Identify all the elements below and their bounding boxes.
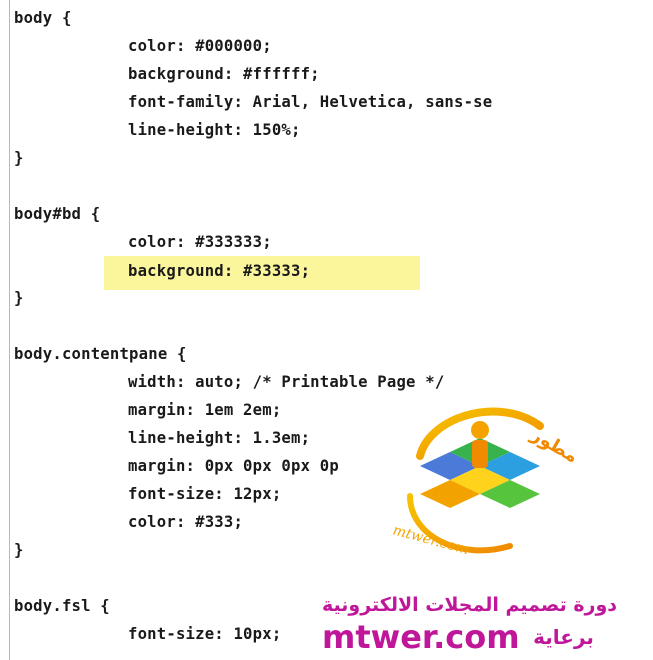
code-line-property[interactable]: color: #000000; <box>128 33 272 59</box>
code-line-property-highlighted[interactable]: background: #33333; <box>128 258 310 284</box>
logo-domain-text: mtwer.com <box>391 522 471 558</box>
code-line-property[interactable]: color: #333333; <box>128 229 272 255</box>
sponsor-domain: mtwer.com <box>322 618 520 656</box>
code-line-brace[interactable]: } <box>14 537 24 563</box>
code-editor[interactable]: body { color: #000000; background: #ffff… <box>0 0 653 660</box>
code-line-property[interactable]: font-size: 12px; <box>128 481 281 507</box>
code-line-selector[interactable]: body.fsl { <box>14 593 110 619</box>
code-line-property[interactable]: line-height: 150%; <box>128 117 301 143</box>
course-title-banner: دورة تصميم المجلات الالكترونية <box>322 594 618 616</box>
sponsor-label: برعاية <box>533 625 594 649</box>
code-line-brace[interactable]: } <box>14 285 24 311</box>
code-line-property[interactable]: margin: 0px 0px 0px 0p <box>128 453 339 479</box>
code-line-selector[interactable]: body.contentpane { <box>14 341 187 367</box>
editor-gutter-line <box>9 0 10 660</box>
code-line-property[interactable]: font-size: 10px; <box>128 621 281 647</box>
watermark-logo: مطور mtwer.com <box>380 386 580 576</box>
logo-arabic-text: مطور <box>527 424 580 468</box>
code-line-selector[interactable]: body#bd { <box>14 201 100 227</box>
code-line-property[interactable]: font-family: Arial, Helvetica, sans-se <box>128 89 492 115</box>
code-line-property[interactable]: margin: 1em 2em; <box>128 397 281 423</box>
code-line-property[interactable]: background: #ffffff; <box>128 61 320 87</box>
code-line-brace[interactable]: } <box>14 145 24 171</box>
sponsor-banner: mtwer.com برعاية <box>322 618 594 658</box>
code-line-property[interactable]: line-height: 1.3em; <box>128 425 310 451</box>
code-line-property[interactable]: color: #333; <box>128 509 243 535</box>
code-line-selector[interactable]: body { <box>14 5 72 31</box>
